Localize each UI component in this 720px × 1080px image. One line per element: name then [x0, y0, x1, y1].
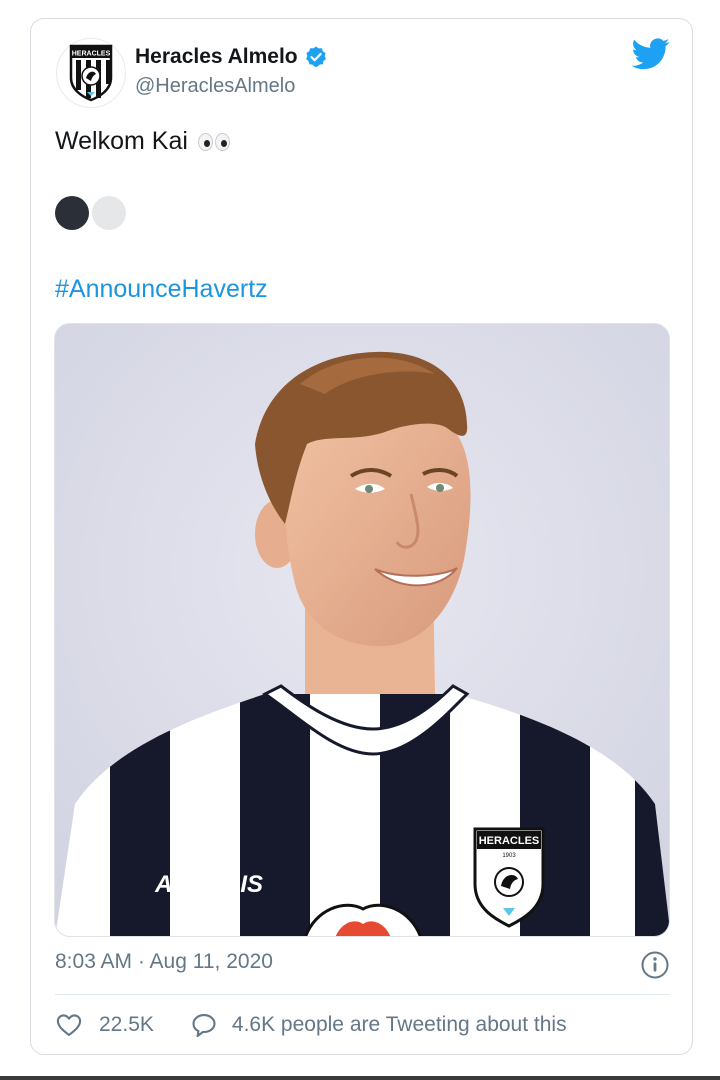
black-circle-emoji — [55, 196, 89, 230]
tweet-text-line: Welkom Kai — [55, 127, 230, 156]
tweeting-count: 4.6K people are Tweeting about this — [231, 1013, 567, 1036]
account-name[interactable]: Heracles Almelo — [135, 45, 298, 69]
shirt-sponsor-text: ACERBIS — [154, 871, 263, 898]
emoji-circles — [55, 196, 126, 230]
svg-text:HERACLES: HERACLES — [72, 51, 111, 58]
tweet-timestamp[interactable]: 8:03 AM · Aug 11, 2020 — [55, 950, 273, 974]
tweet-welcome-text: Welkom Kai — [55, 127, 188, 155]
eyes-emoji — [197, 132, 230, 151]
svg-text:HERACLES: HERACLES — [479, 835, 540, 847]
white-circle-emoji — [92, 196, 126, 230]
twitter-bird-icon[interactable] — [632, 37, 670, 71]
shirt-crest: HERACLES 1903 — [473, 827, 545, 928]
speech-bubble-icon — [192, 1014, 216, 1038]
heracles-crest-logo: HERACLES — [69, 44, 113, 102]
svg-text:1903: 1903 — [502, 853, 516, 859]
verified-badge-icon — [305, 46, 326, 67]
like-button[interactable]: 22.5K — [55, 1011, 154, 1039]
divider — [55, 994, 670, 995]
conversation-button[interactable]: 4.6K people are Tweeting about this — [190, 1011, 567, 1039]
like-count: 22.5K — [99, 1013, 154, 1036]
tweet-card: HERACLES Heracles Almelo @HeraclesAlmelo… — [30, 18, 693, 1055]
player-photo: ACERBIS HERACLES 1903 — [55, 324, 669, 936]
tweet-media-image[interactable]: ACERBIS HERACLES 1903 — [54, 323, 670, 937]
account-handle[interactable]: @HeraclesAlmelo — [135, 75, 295, 98]
avatar[interactable]: HERACLES — [56, 38, 126, 108]
bottom-edge-bar — [0, 1076, 720, 1080]
tweet-actions: 22.5K 4.6K people are Tweeting about thi… — [55, 1011, 567, 1039]
info-icon[interactable] — [640, 950, 670, 980]
hashtag-link[interactable]: #AnnounceHavertz — [55, 275, 268, 304]
heart-icon — [56, 1014, 82, 1036]
